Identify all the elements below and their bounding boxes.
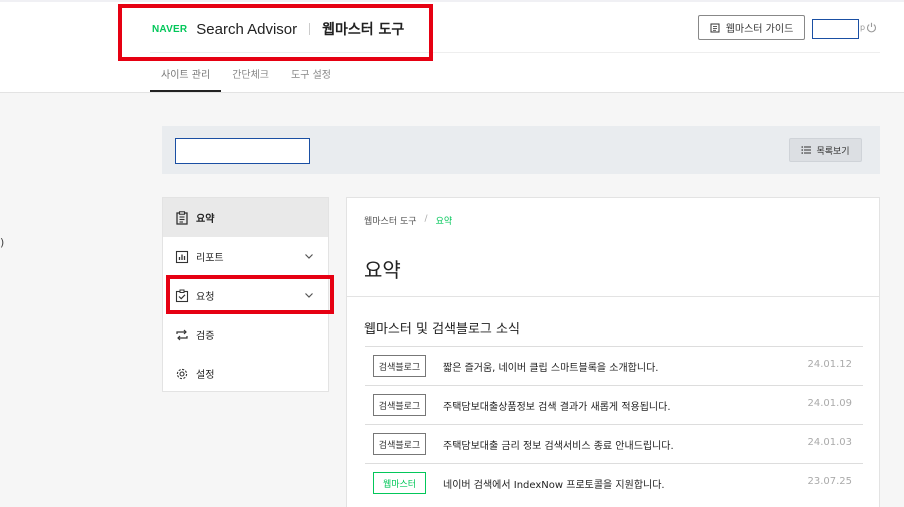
title-divider [347, 296, 879, 297]
highlight-box-brand [118, 4, 433, 61]
page-title: 요약 [364, 258, 401, 282]
news-date: 24.01.03 [807, 437, 852, 448]
sidebar-item-label: 리포트 [196, 253, 224, 264]
main-content: 웹마스터 도구 / 요약 요약 웹마스터 및 검색블로그 소식 검색블로그 짧은… [346, 197, 880, 507]
news-text[interactable]: 네이버 검색에서 IndexNow 프로토콜을 지원합니다. [443, 476, 665, 491]
news-text[interactable]: 주택담보대출상품정보 검색 결과가 새롭게 적용됩니다. [443, 398, 671, 413]
news-section-title: 웹마스터 및 검색블로그 소식 [364, 322, 520, 337]
chevron-down-icon [305, 254, 313, 259]
breadcrumb-separator: / [424, 214, 428, 224]
webmaster-guide-label: 웹마스터 가이드 [725, 24, 794, 35]
news-date: 23.07.25 [807, 476, 852, 487]
sidebar-item-report[interactable]: 리포트 [163, 237, 328, 276]
news-badge: 검색블로그 [373, 394, 426, 416]
highlight-box-request [166, 275, 334, 314]
tab-quick-check[interactable]: 간단체크 [221, 60, 280, 92]
news-list: 검색블로그 짧은 즐거움, 네이버 클립 스마트블록을 소개합니다. 24.01… [365, 346, 863, 502]
clipboard-icon [176, 210, 188, 225]
main-tabs: 사이트 관리 간단체크 도구 설정 [150, 60, 342, 92]
account-fragment: p [860, 23, 866, 32]
sidebar-item-label: 검증 [196, 331, 215, 342]
sidebar-item-label: 설정 [196, 370, 215, 381]
news-badge: 검색블로그 [373, 433, 426, 455]
sidebar-item-summary[interactable]: 요약 [163, 198, 328, 237]
webmaster-guide-button[interactable]: 웹마스터 가이드 [698, 15, 805, 40]
news-badge: 검색블로그 [373, 355, 426, 377]
news-date: 24.01.09 [807, 398, 852, 409]
news-item[interactable]: 웹마스터 네이버 검색에서 IndexNow 프로토콜을 지원합니다. 23.0… [365, 463, 863, 502]
sidebar-item-label: 요약 [196, 214, 215, 225]
chart-icon [175, 250, 189, 263]
book-icon [710, 23, 720, 32]
top-strip [0, 0, 904, 2]
news-badge: 웹마스터 [373, 472, 426, 494]
site-toolbar: 목록보기 [162, 126, 880, 174]
sidebar-item-settings[interactable]: 설정 [163, 354, 328, 393]
breadcrumb-root[interactable]: 웹마스터 도구 [364, 214, 417, 227]
breadcrumb-current: 요약 [435, 217, 453, 227]
news-text[interactable]: 주택담보대출 금리 정보 검색서비스 종료 안내드립니다. [443, 437, 674, 452]
news-text[interactable]: 짧은 즐거움, 네이버 클립 스마트블록을 소개합니다. [443, 359, 658, 374]
list-view-button[interactable]: 목록보기 [789, 138, 862, 162]
sidebar-item-verify[interactable]: 검증 [163, 315, 328, 354]
news-item[interactable]: 검색블로그 주택담보대출상품정보 검색 결과가 새롭게 적용됩니다. 24.01… [365, 385, 863, 424]
edge-fragment: ) [0, 236, 5, 249]
tab-tool-settings[interactable]: 도구 설정 [280, 60, 342, 92]
list-icon [801, 146, 812, 154]
list-view-label: 목록보기 [816, 146, 850, 157]
gear-icon [176, 368, 188, 379]
power-icon[interactable] [866, 22, 877, 33]
site-select-input[interactable] [175, 138, 310, 164]
repeat-icon [176, 329, 188, 340]
news-date: 24.01.12 [807, 359, 852, 370]
tab-site-management[interactable]: 사이트 관리 [150, 60, 222, 92]
news-item[interactable]: 검색블로그 짧은 즐거움, 네이버 클립 스마트블록을 소개합니다. 24.01… [365, 346, 863, 385]
news-item[interactable]: 검색블로그 주택담보대출 금리 정보 검색서비스 종료 안내드립니다. 24.0… [365, 424, 863, 463]
account-field[interactable] [812, 19, 859, 39]
breadcrumb: 웹마스터 도구 / 요약 [364, 214, 452, 227]
